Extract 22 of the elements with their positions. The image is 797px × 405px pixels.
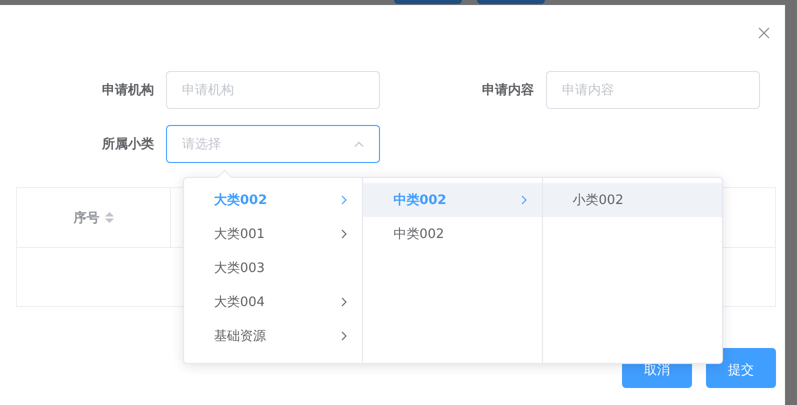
- cascader-option[interactable]: 大类002: [184, 183, 362, 217]
- caret-icon: [354, 141, 364, 147]
- cascader-option[interactable]: 小类002: [542, 183, 722, 217]
- chevron-right-icon: [341, 229, 348, 239]
- field-label: 申请机构: [101, 82, 155, 99]
- sort-icon[interactable]: [104, 212, 114, 223]
- chevron-right-icon: [520, 195, 527, 205]
- dialog-button[interactable]: 提交: [706, 348, 776, 388]
- chevron-right-icon: [341, 297, 348, 307]
- cascader-option[interactable]: 中类002: [363, 217, 542, 251]
- column-header[interactable]: 序号: [74, 208, 100, 226]
- chevron-right-icon: [341, 331, 348, 341]
- field-label: 所属小类: [100, 136, 155, 153]
- chevron-right-icon: [341, 195, 348, 205]
- cascader-option[interactable]: 基础资源: [184, 319, 362, 353]
- input-field[interactable]: 申请内容: [546, 71, 760, 109]
- cascader-option[interactable]: 大类004: [184, 285, 362, 319]
- field-label: 申请内容: [481, 82, 535, 99]
- input-field[interactable]: 申请机构: [166, 71, 380, 109]
- cascader-option[interactable]: 大类001: [184, 217, 362, 251]
- cascader-option[interactable]: 大类003: [184, 251, 362, 285]
- close-icon[interactable]: [758, 27, 770, 39]
